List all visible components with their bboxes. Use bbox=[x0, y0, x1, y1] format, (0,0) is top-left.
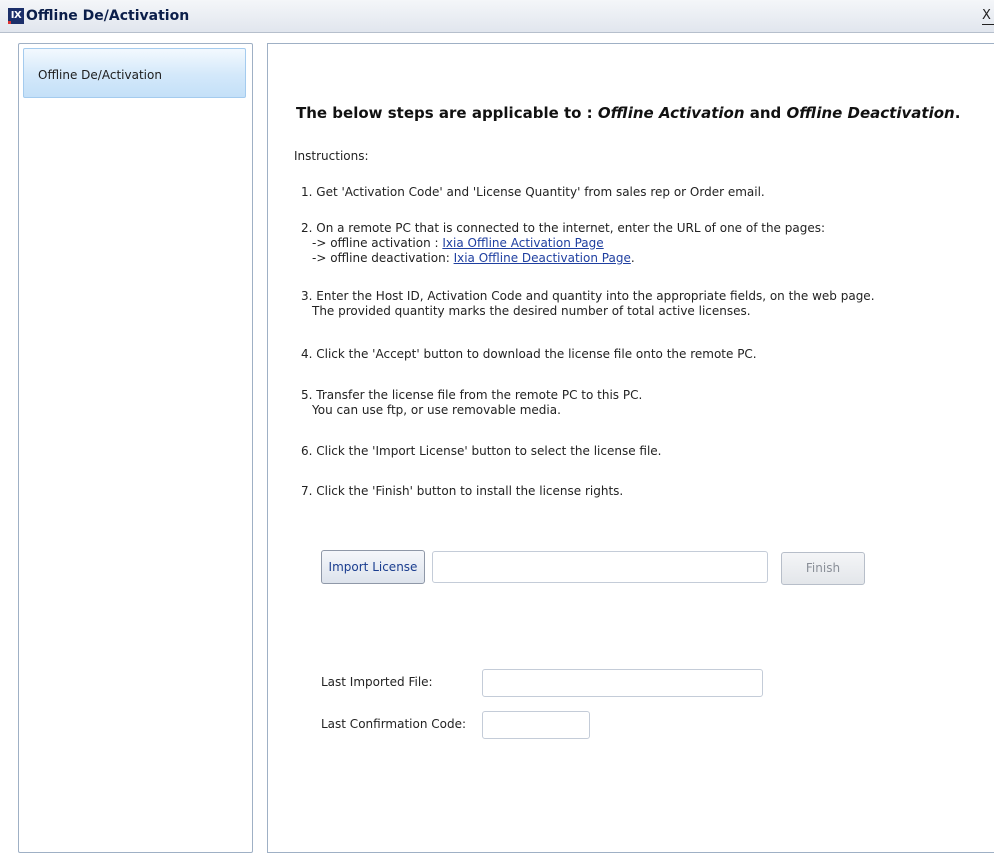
activation-line-prefix: -> offline activation : bbox=[312, 236, 443, 250]
sidebar-item-label: Offline De/Activation bbox=[38, 68, 162, 82]
step-3-note: The provided quantity marks the desired … bbox=[312, 304, 751, 318]
last-confirmation-code-field[interactable] bbox=[482, 711, 590, 739]
step-4: 4. Click the 'Accept' button to download… bbox=[301, 347, 757, 361]
main-panel: The below steps are applicable to : Offl… bbox=[267, 43, 994, 853]
deactivation-line-suffix: . bbox=[630, 251, 635, 265]
last-confirmation-code-label: Last Confirmation Code: bbox=[321, 717, 467, 731]
offline-activation-link[interactable]: Ixia Offline Activation Page bbox=[442, 236, 603, 250]
license-file-path-field[interactable] bbox=[432, 551, 768, 583]
last-imported-file-field[interactable] bbox=[482, 669, 763, 697]
heading-mid: and bbox=[744, 104, 787, 122]
last-imported-file-label: Last Imported File: bbox=[321, 675, 433, 689]
title-bar: IX Offline De/Activation X bbox=[0, 0, 994, 33]
step-2: 2. On a remote PC that is connected to t… bbox=[301, 221, 825, 266]
heading-offline-deactivation: Offline Deactivation bbox=[786, 104, 955, 122]
step-5: 5. Transfer the license file from the re… bbox=[301, 388, 642, 418]
step-2-activation-line: -> offline activation : Ixia Offline Act… bbox=[301, 236, 825, 251]
sidebar-item-offline-deactivation[interactable]: Offline De/Activation bbox=[23, 48, 246, 98]
step-3-text: 3. Enter the Host ID, Activation Code an… bbox=[301, 289, 875, 303]
step-5-text: 5. Transfer the license file from the re… bbox=[301, 388, 643, 402]
step-2-text: 2. On a remote PC that is connected to t… bbox=[301, 221, 826, 235]
finish-button[interactable]: Finish bbox=[781, 552, 865, 585]
step-6: 6. Click the 'Import License' button to … bbox=[301, 444, 662, 458]
app-logo-icon: IX bbox=[8, 8, 24, 24]
close-icon[interactable]: X bbox=[982, 8, 994, 25]
deactivation-line-prefix: -> offline deactivation: bbox=[312, 251, 454, 265]
window-title: Offline De/Activation bbox=[26, 8, 190, 24]
offline-deactivation-link[interactable]: Ixia Offline Deactivation Page bbox=[454, 251, 631, 265]
app-logo-accent bbox=[8, 21, 11, 24]
sidebar: Offline De/Activation bbox=[18, 43, 253, 853]
page-heading: The below steps are applicable to : Offl… bbox=[296, 104, 960, 122]
step-7: 7. Click the 'Finish' button to install … bbox=[301, 484, 624, 498]
import-license-button[interactable]: Import License bbox=[321, 550, 425, 584]
heading-offline-activation: Offline Activation bbox=[597, 104, 745, 122]
heading-prefix: The below steps are applicable to : bbox=[296, 104, 598, 122]
step-5-note: You can use ftp, or use removable media. bbox=[312, 403, 561, 417]
instructions-label: Instructions: bbox=[294, 149, 369, 163]
app-logo-text: IX bbox=[10, 10, 22, 21]
step-2-deactivation-line: -> offline deactivation: Ixia Offline De… bbox=[301, 251, 825, 266]
step-3: 3. Enter the Host ID, Activation Code an… bbox=[301, 289, 875, 319]
step-1: 1. Get 'Activation Code' and 'License Qu… bbox=[301, 185, 765, 199]
heading-suffix: . bbox=[954, 104, 961, 122]
